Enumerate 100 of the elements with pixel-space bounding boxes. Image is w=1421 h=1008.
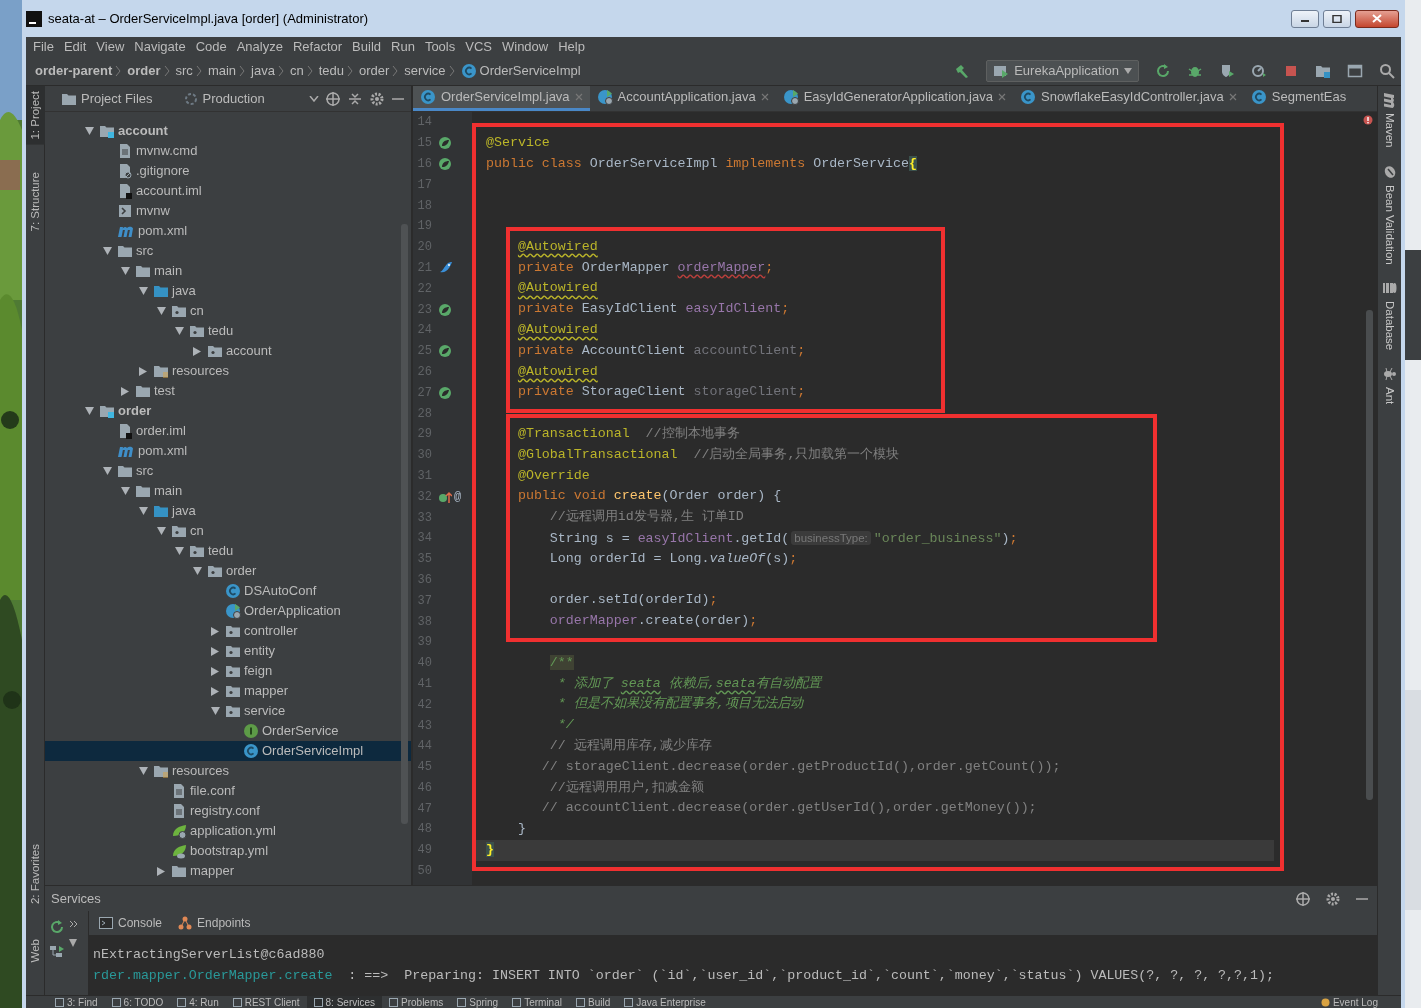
tree-row[interactable]: DSAutoConf xyxy=(45,581,411,601)
breadcrumb-item[interactable]: tedu xyxy=(318,61,344,81)
tree-row[interactable]: mvnw.cmd xyxy=(45,141,411,161)
tool-window-tab[interactable]: Terminal xyxy=(505,995,569,1008)
tree-row[interactable]: OrderServiceImpl xyxy=(45,741,411,761)
tool-window-tab[interactable]: Java Enterprise xyxy=(617,995,713,1008)
expanded-arrow-icon[interactable] xyxy=(157,527,166,535)
tree-row[interactable]: order.iml xyxy=(45,421,411,441)
gauge-icon[interactable] xyxy=(1251,63,1267,79)
breadcrumb-item[interactable]: cn xyxy=(289,61,304,81)
tool-window-tab[interactable]: 4: Run xyxy=(170,995,226,1008)
editor-tab[interactable]: EasyIdGeneratorApplication.java xyxy=(775,86,1013,111)
collapsed-arrow-icon[interactable] xyxy=(211,646,219,656)
expand-arrow-icon[interactable] xyxy=(69,939,77,947)
settings-icon[interactable] xyxy=(369,90,385,107)
expanded-arrow-icon[interactable] xyxy=(103,247,112,255)
menu-item[interactable]: Code xyxy=(190,37,232,57)
tree-row[interactable]: account xyxy=(45,121,411,141)
breadcrumb-item[interactable]: order xyxy=(127,61,161,81)
collapsed-arrow-icon[interactable] xyxy=(193,346,201,356)
tool-window-tab[interactable]: Ant xyxy=(1380,366,1399,405)
collapsed-arrow-icon[interactable] xyxy=(121,386,129,396)
scrollbar[interactable] xyxy=(401,224,408,824)
expanded-arrow-icon[interactable] xyxy=(139,287,148,295)
maximize-button[interactable] xyxy=(1323,9,1351,28)
tree-row[interactable]: OrderService xyxy=(45,721,411,741)
tree-row[interactable]: src xyxy=(45,241,411,261)
tree-row[interactable]: java xyxy=(45,501,411,521)
scrollbar[interactable] xyxy=(1366,310,1373,800)
tree-row[interactable]: resources xyxy=(45,361,411,381)
tool-tab[interactable]: Console xyxy=(93,914,169,932)
breadcrumb-item[interactable]: order-parent xyxy=(35,61,113,81)
tree-row[interactable]: pom.xml xyxy=(45,441,411,461)
shield-icon[interactable] xyxy=(1219,63,1235,79)
collapsed-arrow-icon[interactable] xyxy=(211,686,219,696)
tree-row[interactable]: mapper xyxy=(45,861,411,881)
tree-row[interactable]: OrderApplication xyxy=(45,601,411,621)
event-log-button[interactable]: Event Log xyxy=(1313,995,1385,1008)
expanded-arrow-icon[interactable] xyxy=(175,327,184,335)
tree-row[interactable]: main xyxy=(45,481,411,501)
expanded-arrow-icon[interactable] xyxy=(211,707,220,715)
tree-row[interactable]: mapper xyxy=(45,681,411,701)
hammer-icon[interactable] xyxy=(954,63,971,79)
menu-item[interactable]: Refactor xyxy=(287,37,348,57)
breadcrumb-item[interactable]: main xyxy=(207,61,237,81)
tool-window-tab[interactable]: REST Client xyxy=(225,995,307,1008)
tree-row[interactable]: application.yml xyxy=(45,821,411,841)
breadcrumb-item[interactable]: OrderServiceImpl xyxy=(479,61,581,81)
target-icon[interactable] xyxy=(325,90,341,107)
tree-row[interactable]: resources xyxy=(45,761,411,781)
tree-row[interactable]: cn xyxy=(45,521,411,541)
expanded-arrow-icon[interactable] xyxy=(139,507,148,515)
tree-row[interactable]: main xyxy=(45,261,411,281)
expanded-arrow-icon[interactable] xyxy=(193,567,202,575)
view-selector[interactable]: Project Files xyxy=(61,88,153,109)
menu-item[interactable]: Run xyxy=(386,37,420,57)
close-button[interactable] xyxy=(1355,9,1399,28)
collapse-icon[interactable] xyxy=(347,90,363,107)
expanded-arrow-icon[interactable] xyxy=(121,487,130,495)
minimize-button[interactable] xyxy=(1291,9,1319,28)
close-icon[interactable] xyxy=(1228,93,1237,101)
breadcrumb-item[interactable]: java xyxy=(251,61,275,81)
breadcrumb-item[interactable]: src xyxy=(175,61,193,81)
more-icon[interactable] xyxy=(69,919,79,929)
tree-row[interactable]: controller xyxy=(45,621,411,641)
tree-row[interactable]: test xyxy=(45,381,411,401)
tool-window-tab[interactable]: Database xyxy=(1380,280,1399,351)
menu-item[interactable]: Analyze xyxy=(231,37,288,57)
menu-item[interactable]: VCS xyxy=(460,37,497,57)
tree-row[interactable]: cn xyxy=(45,301,411,321)
tool-window-tab[interactable]: Web xyxy=(26,933,45,967)
close-icon[interactable] xyxy=(760,93,769,101)
tree-row[interactable]: file.conf xyxy=(45,781,411,801)
tree-row[interactable]: mvnw xyxy=(45,201,411,221)
folder-grid-icon[interactable] xyxy=(1315,63,1331,79)
tree-row[interactable]: bootstrap.yml xyxy=(45,841,411,861)
stop-icon[interactable] xyxy=(1283,63,1299,79)
tree-row[interactable]: java xyxy=(45,281,411,301)
tool-window-tab[interactable]: Spring xyxy=(450,995,506,1008)
editor-tab[interactable]: SnowflakeEasyIdController.java xyxy=(1013,86,1244,111)
menu-item[interactable]: Tools xyxy=(419,37,461,57)
tree-row[interactable]: feign xyxy=(45,661,411,681)
refresh-icon[interactable] xyxy=(49,919,65,935)
tool-window-tab[interactable]: 8: Services xyxy=(306,995,382,1008)
tool-window-tab[interactable]: 6: TODO xyxy=(104,995,171,1008)
tree-row[interactable]: .gitignore xyxy=(45,161,411,181)
target-icon[interactable] xyxy=(1295,890,1311,907)
tool-tab[interactable]: Endpoints xyxy=(172,914,257,932)
collapsed-arrow-icon[interactable] xyxy=(157,866,165,876)
tool-window-tab[interactable]: 2: Favorites xyxy=(26,839,45,910)
expanded-arrow-icon[interactable] xyxy=(85,127,94,135)
tree-row[interactable]: pom.xml xyxy=(45,221,411,241)
rerun-icon[interactable] xyxy=(1155,63,1171,79)
settings-icon[interactable] xyxy=(1325,890,1341,907)
expanded-arrow-icon[interactable] xyxy=(103,467,112,475)
scope-selector[interactable]: Production xyxy=(182,88,265,109)
tree-row[interactable]: registry.conf xyxy=(45,801,411,821)
expanded-arrow-icon[interactable] xyxy=(139,767,148,775)
expanded-arrow-icon[interactable] xyxy=(121,267,130,275)
editor-tab[interactable]: SegmentEas xyxy=(1243,86,1354,111)
